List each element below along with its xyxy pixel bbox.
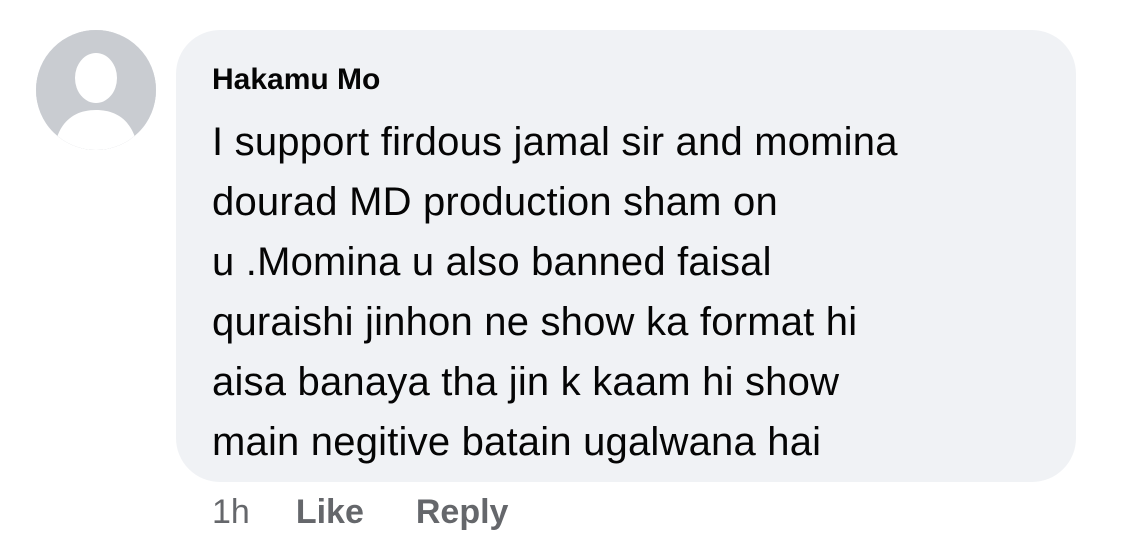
comment-timestamp[interactable]: 1h	[212, 493, 250, 532]
like-button[interactable]: Like	[296, 493, 364, 532]
comment: Hakamu Mo I support firdous jamal sir an…	[0, 0, 1125, 545]
avatar[interactable]	[36, 30, 156, 150]
reply-button[interactable]: Reply	[416, 493, 509, 532]
comment-actions: 1h Like Reply	[212, 490, 560, 534]
comment-text: I support firdous jamal sir and momina d…	[212, 120, 898, 464]
comment-bubble: Hakamu Mo I support firdous jamal sir an…	[176, 30, 1076, 482]
comment-author-name[interactable]: Hakamu Mo	[212, 62, 380, 98]
default-profile-silhouette-icon	[36, 30, 156, 150]
